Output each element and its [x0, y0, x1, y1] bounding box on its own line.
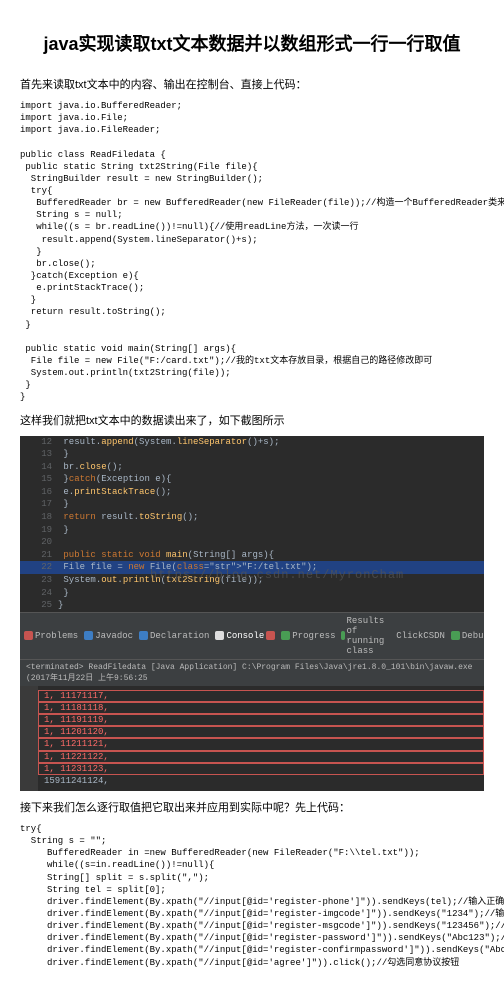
output-line: 15911241124,: [38, 775, 484, 787]
output-line: 1, 11211121,: [38, 738, 484, 750]
tab-problems[interactable]: Problems: [24, 631, 78, 641]
problems-icon: [24, 631, 33, 640]
intro-2: 这样我们就把txt文本中的数据读出来了，如下截图所示: [20, 412, 484, 428]
editor-line: 15 }catch(Exception e){: [20, 473, 484, 486]
page-title: java实现读取txt文本数据并以数组形式一行一行取值: [20, 30, 484, 56]
console-icon: [215, 631, 224, 640]
editor-line: 14 br.close();: [20, 461, 484, 474]
debug-icon: [451, 631, 460, 640]
editor-line: 12 result.append(System.lineSeparator()+…: [20, 436, 484, 449]
declaration-icon: [139, 631, 148, 640]
watermark-text: https://blog.csdn.net/MyronCham: [150, 568, 404, 582]
editor-line: 16 e.printStackTrace();: [20, 486, 484, 499]
tab-declaration[interactable]: Declaration: [139, 631, 209, 641]
javadoc-icon: [84, 631, 93, 640]
output-line: 1, 11231123,: [38, 763, 484, 775]
code-block-2: try{ String s = ""; BufferedReader in =n…: [20, 823, 484, 969]
editor-line: 17 }: [20, 498, 484, 511]
intro-3: 接下来我们怎么逐行取值把它取出来并应用到实际中呢？先上代码：: [20, 799, 484, 815]
tab-progress[interactable]: Progress: [281, 631, 335, 641]
code-block-1: import java.io.BufferedReader; import ja…: [20, 100, 484, 404]
editor-line: 13 }: [20, 448, 484, 461]
tab-clickcsdn[interactable]: ClickCSDN: [396, 631, 445, 641]
console-output: 1, 11171117,1, 11181118,1, 11191119,1, 1…: [20, 686, 484, 791]
terminal-status: <terminated> ReadFiledata [Java Applicat…: [20, 659, 484, 686]
close-icon[interactable]: [266, 631, 275, 640]
output-line: 1, 11201120,: [38, 726, 484, 738]
tab-debug[interactable]: Debu: [451, 631, 484, 641]
output-line: 1, 11221122,: [38, 751, 484, 763]
tab-javadoc[interactable]: Javadoc: [84, 631, 133, 641]
editor-line: 20: [20, 536, 484, 549]
tab-console[interactable]: Console: [215, 631, 275, 641]
output-line: 1, 11171117,: [38, 690, 484, 702]
results-icon: [341, 631, 344, 640]
editor-line: 24 }: [20, 587, 484, 600]
editor-line: 25}: [20, 599, 484, 612]
editor-line: 18 return result.toString();: [20, 511, 484, 524]
editor-line: 21 public static void main(String[] args…: [20, 549, 484, 562]
tab-results[interactable]: Results of running class: [341, 616, 390, 656]
ide-toolbar: Problems Javadoc Declaration Console Pro…: [20, 612, 484, 659]
output-line: 1, 11181118,: [38, 702, 484, 714]
intro-1: 首先来读取txt文本中的内容、输出在控制台、直接上代码：: [20, 76, 484, 92]
output-line: 1, 11191119,: [38, 714, 484, 726]
ide-editor: 12 result.append(System.lineSeparator()+…: [20, 436, 484, 791]
editor-line: 19 }: [20, 524, 484, 537]
progress-icon: [281, 631, 290, 640]
